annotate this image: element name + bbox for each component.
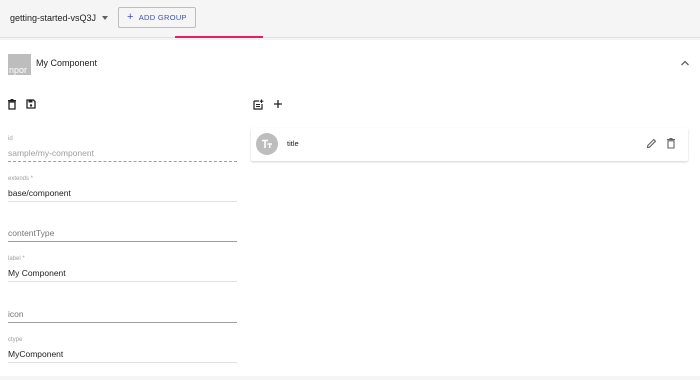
ctype-underline xyxy=(8,362,237,363)
id-input xyxy=(8,146,237,160)
ctype-label: ctype xyxy=(8,337,23,343)
project-selector[interactable]: getting-started-vsQ3J xyxy=(10,7,109,29)
text-fields-icon xyxy=(262,139,272,148)
component-header[interactable]: npor My Component xyxy=(0,40,700,88)
icon-input[interactable] xyxy=(8,307,237,321)
label-underline xyxy=(8,281,237,282)
add-property-list-button[interactable] xyxy=(251,97,265,111)
chevron-up-icon xyxy=(681,60,689,66)
delete-button[interactable] xyxy=(5,97,19,111)
ctype-input[interactable] xyxy=(8,347,237,361)
add-group-button[interactable]: + ADD GROUP xyxy=(118,7,196,28)
collapse-button[interactable] xyxy=(678,56,692,70)
pencil-icon xyxy=(646,138,656,148)
thumbnail-text: npor xyxy=(9,65,28,75)
ctype-field: ctype xyxy=(8,337,237,371)
label-label: label * xyxy=(8,256,25,262)
content-type-underline xyxy=(8,241,237,242)
trash-icon xyxy=(8,98,16,110)
property-item[interactable]: title xyxy=(251,128,688,161)
post-add-icon xyxy=(252,99,263,110)
add-group-label: ADD GROUP xyxy=(138,13,187,22)
label-field: label * xyxy=(8,256,237,290)
tab-indicator xyxy=(175,36,263,38)
component-thumbnail: npor xyxy=(8,54,31,75)
delete-property-button[interactable] xyxy=(664,136,678,150)
content-type-input[interactable] xyxy=(8,226,237,240)
plus-icon xyxy=(274,100,282,108)
add-property-button[interactable] xyxy=(271,97,285,111)
trash-icon xyxy=(667,137,675,149)
component-card: npor My Component title id sample/my-com… xyxy=(0,40,700,376)
icon-underline xyxy=(8,322,237,323)
chevron-down-icon xyxy=(102,16,109,20)
label-input[interactable] xyxy=(8,266,237,280)
id-underline xyxy=(8,161,237,162)
extends-underline xyxy=(8,201,237,202)
id-label: id xyxy=(8,136,13,142)
bottom-bar xyxy=(0,376,700,380)
icon-field xyxy=(8,297,237,331)
project-name: getting-started-vsQ3J xyxy=(10,13,97,23)
id-field: id xyxy=(8,136,237,170)
component-title: My Component xyxy=(36,58,98,68)
extends-input[interactable] xyxy=(8,186,237,200)
extends-label: extends * xyxy=(8,176,34,182)
save-button[interactable] xyxy=(24,97,38,111)
property-label: title xyxy=(287,139,299,148)
top-bar: getting-started-vsQ3J + ADD GROUP xyxy=(0,0,700,38)
content-type-field xyxy=(8,216,237,250)
edit-property-button[interactable] xyxy=(644,136,658,150)
save-icon xyxy=(26,99,36,109)
extends-field: extends * xyxy=(8,176,237,210)
property-avatar xyxy=(256,133,278,155)
plus-icon: + xyxy=(127,11,134,23)
